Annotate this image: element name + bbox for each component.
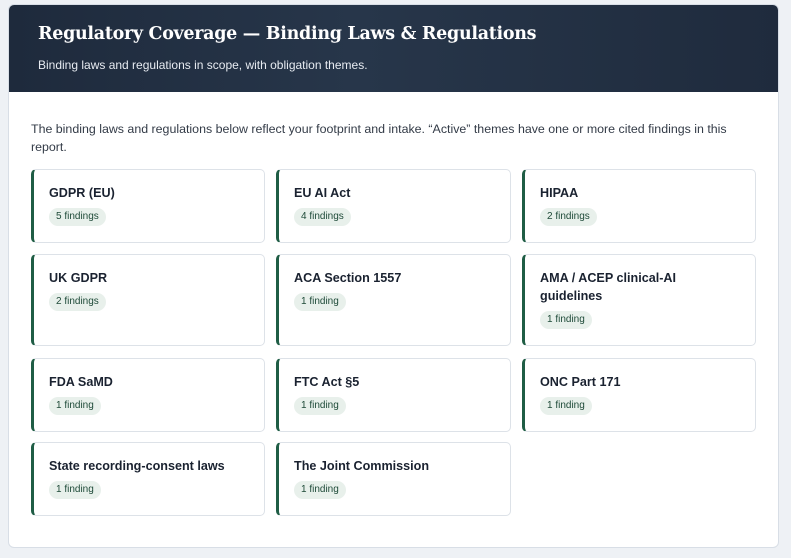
regulation-name: GDPR (EU) xyxy=(49,186,115,200)
regulation-card-joint-commission[interactable]: The Joint Commission 1 finding xyxy=(276,442,511,516)
findings-badge: 2 findings xyxy=(49,293,106,311)
regulatory-coverage-panel: Regulatory Coverage — Binding Laws & Reg… xyxy=(8,4,779,548)
findings-badge: 1 finding xyxy=(540,311,592,329)
regulation-card-state-recording-consent[interactable]: State recording-consent laws 1 finding xyxy=(31,442,265,516)
findings-badge: 2 findings xyxy=(540,208,597,226)
regulation-card-onc-part-171[interactable]: ONC Part 171 1 finding xyxy=(522,358,756,432)
findings-badge: 1 finding xyxy=(49,481,101,499)
regulation-card-hipaa[interactable]: HIPAA 2 findings xyxy=(522,169,756,243)
findings-badge: 4 findings xyxy=(294,208,351,226)
regulation-name: ONC Part 171 xyxy=(540,375,621,389)
findings-badge: 1 finding xyxy=(294,481,346,499)
regulation-card-uk-gdpr[interactable]: UK GDPR 2 findings xyxy=(31,254,265,346)
findings-badge: 1 finding xyxy=(294,397,346,415)
panel-header: Regulatory Coverage — Binding Laws & Reg… xyxy=(9,5,778,92)
panel-body: The binding laws and regulations below r… xyxy=(9,92,778,519)
regulation-name: EU AI Act xyxy=(294,186,351,200)
regulation-card-ama-acep[interactable]: AMA / ACEP clinical-AI guidelines 1 find… xyxy=(522,254,756,346)
panel-subtitle: Binding laws and regulations in scope, w… xyxy=(38,58,368,72)
intro-text: The binding laws and regulations below r… xyxy=(31,122,727,154)
regulation-card-ftc-act-5[interactable]: FTC Act §5 1 finding xyxy=(276,358,511,432)
regulation-card-fda-samd[interactable]: FDA SaMD 1 finding xyxy=(31,358,265,432)
regulation-card-aca-section-1557[interactable]: ACA Section 1557 1 finding xyxy=(276,254,511,346)
regulation-grid: GDPR (EU) 5 findings EU AI Act 4 finding… xyxy=(31,169,756,519)
findings-badge: 5 findings xyxy=(49,208,106,226)
regulation-name: HIPAA xyxy=(540,186,579,200)
findings-badge: 1 finding xyxy=(49,397,101,415)
regulation-name: AMA / ACEP clinical-AI guidelines xyxy=(540,271,676,303)
regulation-name: FDA SaMD xyxy=(49,375,113,389)
regulation-name: The Joint Commission xyxy=(294,459,430,473)
findings-badge: 1 finding xyxy=(294,293,346,311)
regulation-name: FTC Act §5 xyxy=(294,375,360,389)
regulation-name: ACA Section 1557 xyxy=(294,271,402,285)
regulation-card-eu-ai-act[interactable]: EU AI Act 4 findings xyxy=(276,169,511,243)
regulation-name: UK GDPR xyxy=(49,271,108,285)
regulation-name: State recording-consent laws xyxy=(49,459,225,473)
findings-badge: 1 finding xyxy=(540,397,592,415)
panel-title: Regulatory Coverage — Binding Laws & Reg… xyxy=(38,24,537,44)
regulation-card-gdpr-eu[interactable]: GDPR (EU) 5 findings xyxy=(31,169,265,243)
